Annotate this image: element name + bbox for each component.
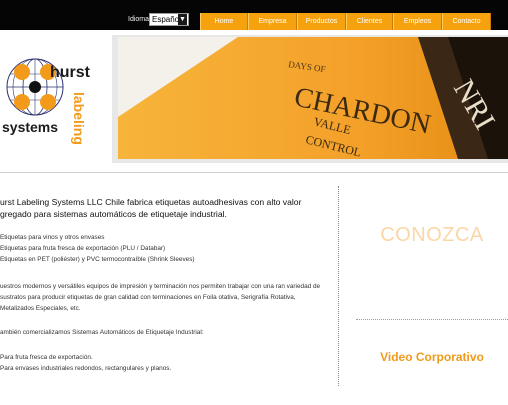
language-select-value: Español [152,15,181,24]
column-divider [338,186,339,386]
logo-text-systems: systems [2,119,58,135]
list-item: Etiquetas para vinos y otros envases [0,234,105,241]
sidebar-divider [356,319,508,320]
list-item: Etiquetas en PET (poliéster) y PVC termo… [0,256,195,263]
nav-empresa[interactable]: Empresa [248,13,297,30]
main-nav: Home Empresa Productos Clientes Empleos … [200,13,491,30]
list-item: Para fruta fresca de exportación. [0,354,93,361]
nav-productos[interactable]: Productos [297,13,346,30]
chevron-down-icon: ▼ [178,14,187,25]
divider [0,172,508,173]
list-item: Etiquetas para fruta fresca de exportaci… [0,245,166,252]
logo-text-hurst: hurst [50,64,91,81]
product-list: Etiquetas para vinos y otros envases Eti… [0,232,330,265]
language-select[interactable]: Español ▼ [149,13,189,26]
nav-empleos[interactable]: Empleos [393,13,442,30]
intro-text: urst Labeling Systems LLC Chile fabrica … [0,197,302,219]
hero-banner-image: DAYS OF CHARDON VALLE CONTROL NRI [118,37,508,159]
video-corporativo-link[interactable]: Video Corporativo [356,350,508,364]
language-label: Idioma [128,16,150,23]
equipment-paragraph: uestros modernos y versátiles equipos de… [0,283,321,312]
systems-list: Para fruta fresca de exportación. Para e… [0,352,330,374]
wine-label-graphic: DAYS OF CHARDON VALLE CONTROL NRI [118,37,508,159]
company-logo[interactable]: hurst systems labeling [0,52,100,162]
conozca-heading[interactable]: CONOZCA [356,224,508,247]
list-item: Para envases industriales redondos, rect… [0,365,172,372]
nav-contacto[interactable]: Contacto [442,13,491,30]
logo-graphic: hurst systems labeling [2,58,91,145]
logo-text-labeling: labeling [71,92,87,145]
nav-clientes[interactable]: Clientes [346,13,393,30]
systems-paragraph: ambién comercializamos Sistemas Automáti… [0,329,204,336]
nav-home[interactable]: Home [200,13,248,30]
